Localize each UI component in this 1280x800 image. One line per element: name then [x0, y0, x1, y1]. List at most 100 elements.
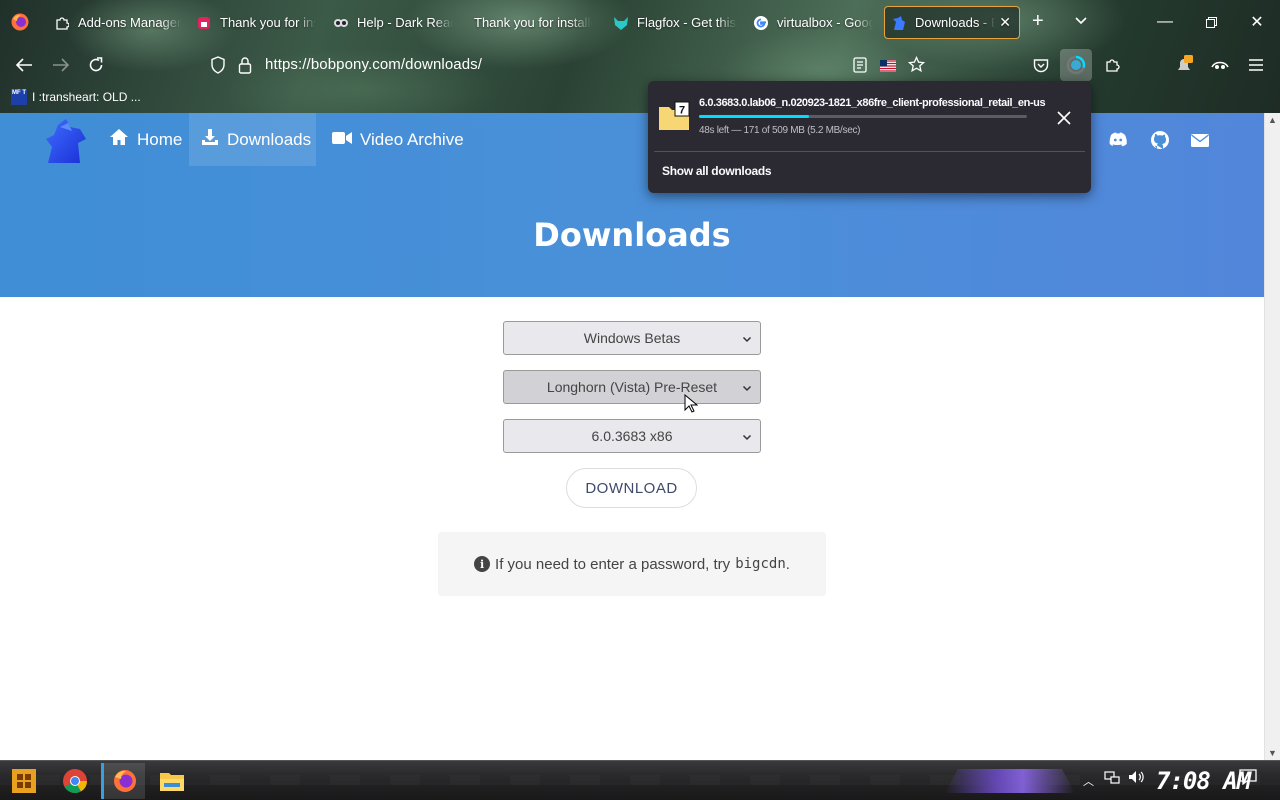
- archive-file-icon: 7: [658, 101, 690, 136]
- download-button[interactable]: DOWNLOAD: [566, 468, 697, 508]
- bookmark-star-icon[interactable]: [907, 55, 926, 78]
- downloads-panel: 7 6.0.3683.0.lab06_n.020923-1821_x86fre_…: [648, 81, 1091, 193]
- volume-icon[interactable]: [1128, 769, 1146, 788]
- close-window-button[interactable]: ✕: [1234, 8, 1280, 36]
- extensions-icon[interactable]: [1100, 53, 1126, 77]
- taskbar-firefox[interactable]: [101, 763, 145, 799]
- github-icon[interactable]: [1150, 130, 1170, 150]
- list-all-tabs-icon[interactable]: [1073, 12, 1089, 33]
- os-select-value: Longhorn (Vista) Pre-Reset: [546, 379, 718, 395]
- nav-video-archive-label: Video Archive: [360, 129, 464, 149]
- tab-flagfox[interactable]: Flagfox - Get this Extension: [607, 6, 741, 39]
- reader-view-icon[interactable]: [853, 57, 867, 78]
- page-scrollbar[interactable]: ▲ ▼: [1264, 113, 1280, 760]
- url-bar[interactable]: https://bobpony.com/downloads/: [200, 49, 1050, 81]
- tab-addons-manager[interactable]: Add-ons Manager: [48, 6, 188, 39]
- dark-reader-toolbar-icon[interactable]: [1207, 53, 1233, 77]
- downloads-toolbar-icon[interactable]: [1060, 49, 1092, 81]
- back-icon[interactable]: [11, 53, 37, 77]
- start-button[interactable]: [2, 763, 46, 799]
- hamburger-menu-icon[interactable]: [1243, 53, 1269, 77]
- navigation-toolbar: https://bobpony.com/downloads/: [0, 44, 1280, 86]
- taskbar-file-explorer[interactable]: [150, 763, 194, 799]
- build-select[interactable]: 6.0.3683 x86: [503, 419, 761, 453]
- video-camera-icon: [332, 130, 352, 150]
- tab-thank-you-2[interactable]: Thank you for installing: [468, 6, 596, 39]
- password-note: i If you need to enter a password, try b…: [438, 532, 826, 596]
- tab-title: Thank you for installing: [474, 15, 592, 30]
- taskbar-decoration-accent: [945, 769, 1075, 793]
- tab-title: Downloads - BobPony: [915, 15, 995, 30]
- action-center-icon[interactable]: [1239, 769, 1257, 788]
- lock-icon[interactable]: [238, 56, 252, 79]
- download-status: 48s left — 171 of 509 MB (5.2 MB/sec): [699, 125, 861, 136]
- bookmark-label: I :transheart: OLD ...: [32, 90, 141, 104]
- bobpony-logo[interactable]: [42, 117, 90, 165]
- download-icon: [201, 128, 219, 151]
- puzzle-icon: [54, 15, 70, 31]
- bookmark-item[interactable]: MF T I :transheart: OLD ...: [11, 89, 141, 105]
- tab-virtualbox-google[interactable]: virtualbox - Google Search: [747, 6, 875, 39]
- new-tab-icon[interactable]: +: [1032, 10, 1044, 33]
- download-filename[interactable]: 6.0.3683.0.lab06_n.020923-1821_x86fre_cl…: [699, 97, 1049, 109]
- tab-title: virtualbox - Google Search: [777, 15, 873, 30]
- restore-button[interactable]: [1188, 8, 1234, 36]
- firefox-menu-icon[interactable]: [10, 12, 30, 32]
- url-text[interactable]: https://bobpony.com/downloads/: [265, 56, 482, 73]
- nav-home-label: Home: [137, 129, 183, 149]
- category-select[interactable]: Windows Betas: [503, 321, 761, 355]
- scroll-down-icon[interactable]: ▼: [1268, 748, 1277, 758]
- nav-home[interactable]: Home: [97, 113, 194, 166]
- tab-strip: Add-ons Manager Thank you for installing…: [0, 0, 1280, 44]
- show-hidden-icons-icon[interactable]: ︿: [1083, 773, 1094, 789]
- forward-icon[interactable]: [48, 53, 74, 77]
- nav-downloads-label: Downloads: [227, 129, 312, 149]
- tab-title: Thank you for installing: [220, 15, 316, 30]
- home-icon: [109, 128, 129, 151]
- bookmark-favicon: MF T: [11, 89, 27, 105]
- notification-extension-icon[interactable]: [1171, 53, 1197, 77]
- tab-thank-you-1[interactable]: Thank you for installing: [190, 6, 318, 39]
- network-icon[interactable]: [1104, 769, 1120, 788]
- password-note-text: If you need to enter a password, try: [495, 555, 731, 573]
- download-progress-bar: [699, 115, 1027, 118]
- page-title: Downloads: [533, 216, 731, 254]
- chevron-down-icon: [742, 429, 752, 441]
- fox-icon: [613, 15, 629, 31]
- bobpony-icon: [891, 15, 907, 31]
- scroll-up-icon[interactable]: ▲: [1268, 115, 1277, 125]
- taskbar-chrome[interactable]: [53, 763, 97, 799]
- mouse-cursor-icon: [684, 393, 699, 419]
- tab-help-dark-reader[interactable]: Help - Dark Reader: [327, 6, 455, 39]
- cancel-download-icon[interactable]: [1053, 107, 1075, 129]
- nav-downloads[interactable]: Downloads: [189, 113, 316, 166]
- panel-divider: [654, 151, 1085, 152]
- reload-icon[interactable]: [83, 53, 109, 77]
- taskbar-clock[interactable]: 7:08 AM: [1156, 767, 1251, 795]
- us-flag-icon[interactable]: [880, 59, 896, 77]
- minimize-button[interactable]: —: [1142, 8, 1188, 36]
- archive-badge-text: 7: [679, 105, 685, 117]
- dark-reader-icon: [333, 15, 349, 31]
- page-content: Home Downloads Video Archive Downloads W…: [0, 113, 1264, 760]
- tab-close-icon[interactable]: ✕: [999, 14, 1011, 31]
- show-all-downloads-button[interactable]: Show all downloads: [662, 164, 772, 178]
- taskbar: ︿ 7:08 AM: [0, 760, 1280, 800]
- nav-video-archive[interactable]: Video Archive: [320, 113, 476, 166]
- tab-title: Flagfox - Get this Extension: [637, 15, 737, 30]
- tab-downloads-bobpony[interactable]: Downloads - BobPony ✕: [884, 6, 1020, 39]
- password-note-suffix: .: [785, 555, 790, 573]
- email-icon[interactable]: [1190, 130, 1210, 150]
- tab-title: Help - Dark Reader: [357, 15, 453, 30]
- lock-icon: [196, 15, 212, 31]
- google-icon: [753, 15, 769, 31]
- tab-title: Add-ons Manager: [78, 15, 182, 30]
- tracking-protection-icon[interactable]: [210, 56, 226, 79]
- download-progress-fill: [699, 115, 810, 118]
- password-code: bigcdn: [735, 556, 786, 572]
- discord-icon[interactable]: [1108, 130, 1128, 150]
- os-select[interactable]: Longhorn (Vista) Pre-Reset: [503, 370, 761, 404]
- category-select-value: Windows Betas: [583, 330, 681, 346]
- chevron-down-icon: [742, 380, 752, 392]
- pocket-icon[interactable]: [1028, 53, 1054, 77]
